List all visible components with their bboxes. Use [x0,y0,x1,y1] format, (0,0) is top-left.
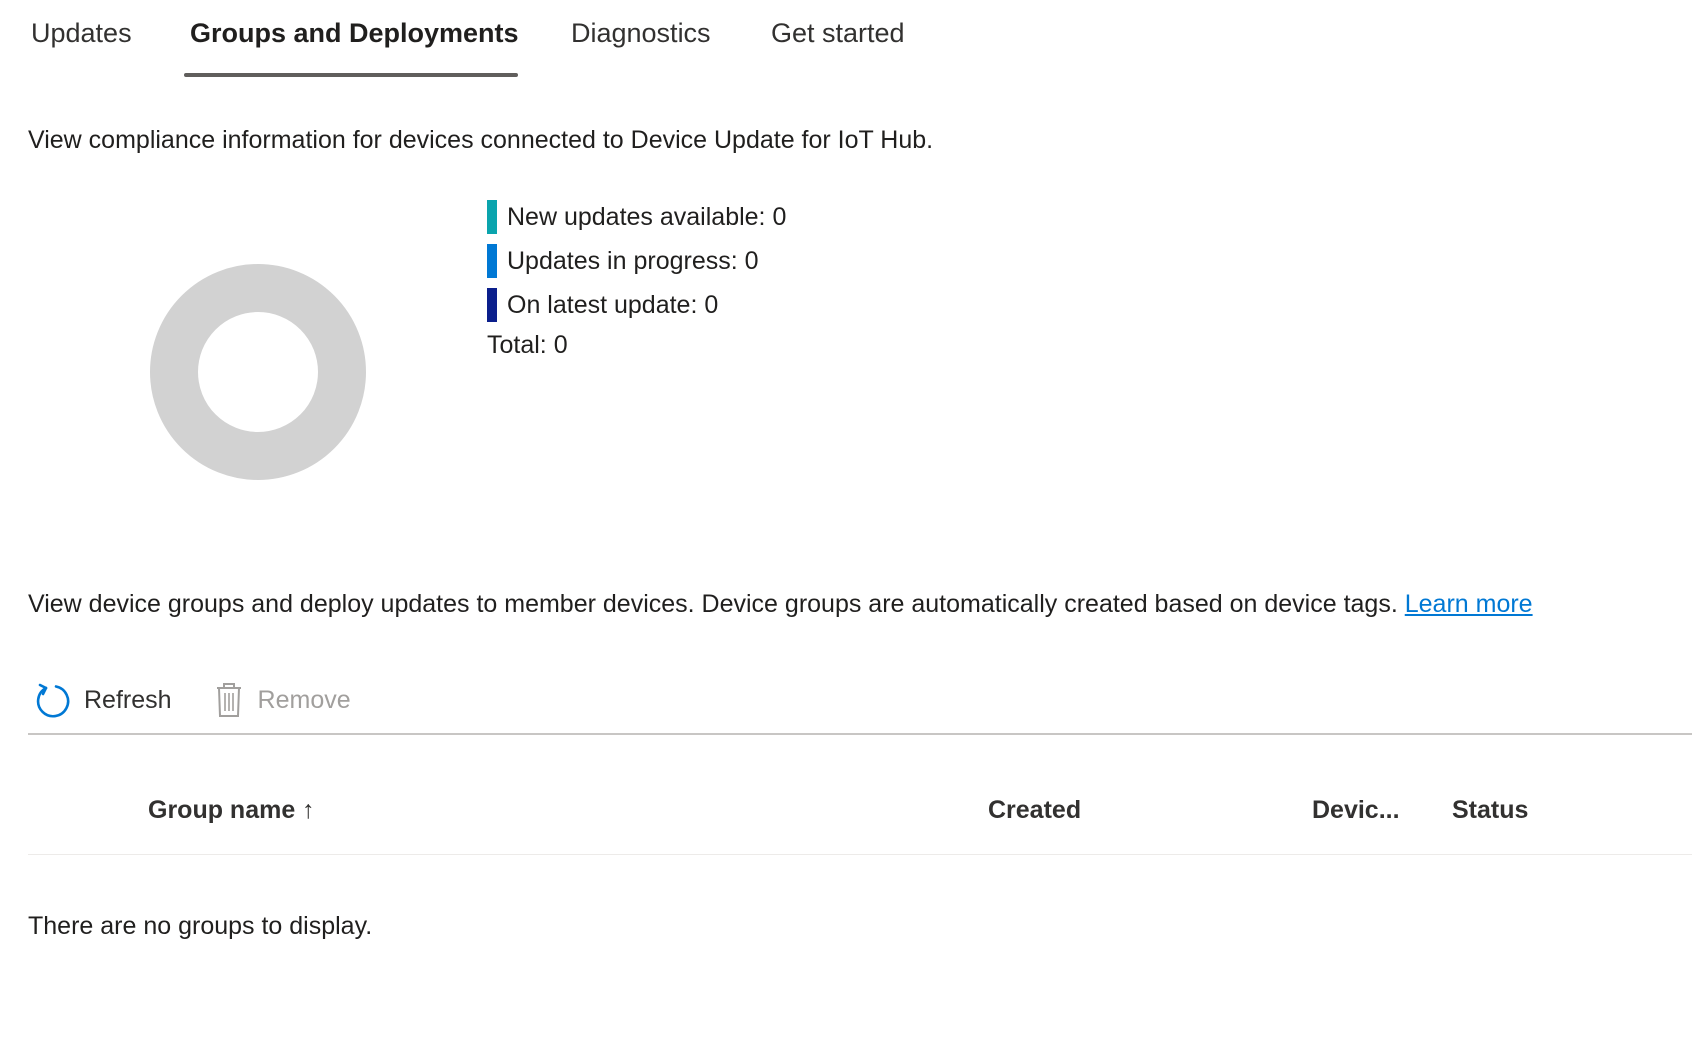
remove-button[interactable]: Remove [208,678,357,722]
groups-toolbar: Refresh Remove [28,672,387,728]
tab-groups-and-deployments[interactable]: Groups and Deployments [190,18,519,49]
remove-label: Remove [257,685,351,714]
donut-empty-ring [150,264,366,480]
device-update-page: Updates Groups and Deployments Diagnosti… [0,0,1692,1060]
legend-label-new-updates: New updates available: 0 [507,202,787,231]
learn-more-link[interactable]: Learn more [1405,590,1533,618]
empty-groups-message: There are no groups to display. [28,912,373,940]
column-header-created[interactable]: Created [988,796,1081,825]
legend-label-latest-update: On latest update: 0 [507,290,719,319]
tab-get-started[interactable]: Get started [771,18,905,49]
legend-total: Total: 0 [487,331,568,359]
legend-swatch-latest-update [487,288,497,322]
refresh-button[interactable]: Refresh [28,678,178,722]
groups-table-header: Group name ↑ Created Devic... Status [28,780,1692,855]
refresh-icon [36,683,70,718]
legend-item-new-updates: New updates available: 0 [487,195,786,239]
compliance-donut-chart [150,264,366,480]
tab-updates[interactable]: Updates [31,18,132,49]
tab-diagnostics[interactable]: Diagnostics [571,18,711,49]
active-tab-indicator [184,73,518,77]
groups-description: View device groups and deploy updates to… [28,590,1533,619]
column-header-status[interactable]: Status [1452,796,1528,825]
groups-description-text: View device groups and deploy updates to… [28,590,1398,618]
column-header-group-name[interactable]: Group name ↑ [148,796,315,825]
tab-bar: Updates Groups and Deployments Diagnosti… [0,0,1692,80]
column-header-devices[interactable]: Devic... [1312,796,1400,825]
legend-swatch-new-updates [487,200,497,234]
toolbar-divider [28,733,1692,735]
legend-item-latest-update: On latest update: 0 [487,283,786,327]
legend-swatch-in-progress [487,244,497,278]
compliance-description: View compliance information for devices … [28,126,934,154]
legend-item-in-progress: Updates in progress: 0 [487,239,786,283]
compliance-legend: New updates available: 0 Updates in prog… [487,195,786,360]
legend-label-in-progress: Updates in progress: 0 [507,246,759,275]
refresh-label: Refresh [84,685,172,714]
trash-icon [216,683,241,717]
